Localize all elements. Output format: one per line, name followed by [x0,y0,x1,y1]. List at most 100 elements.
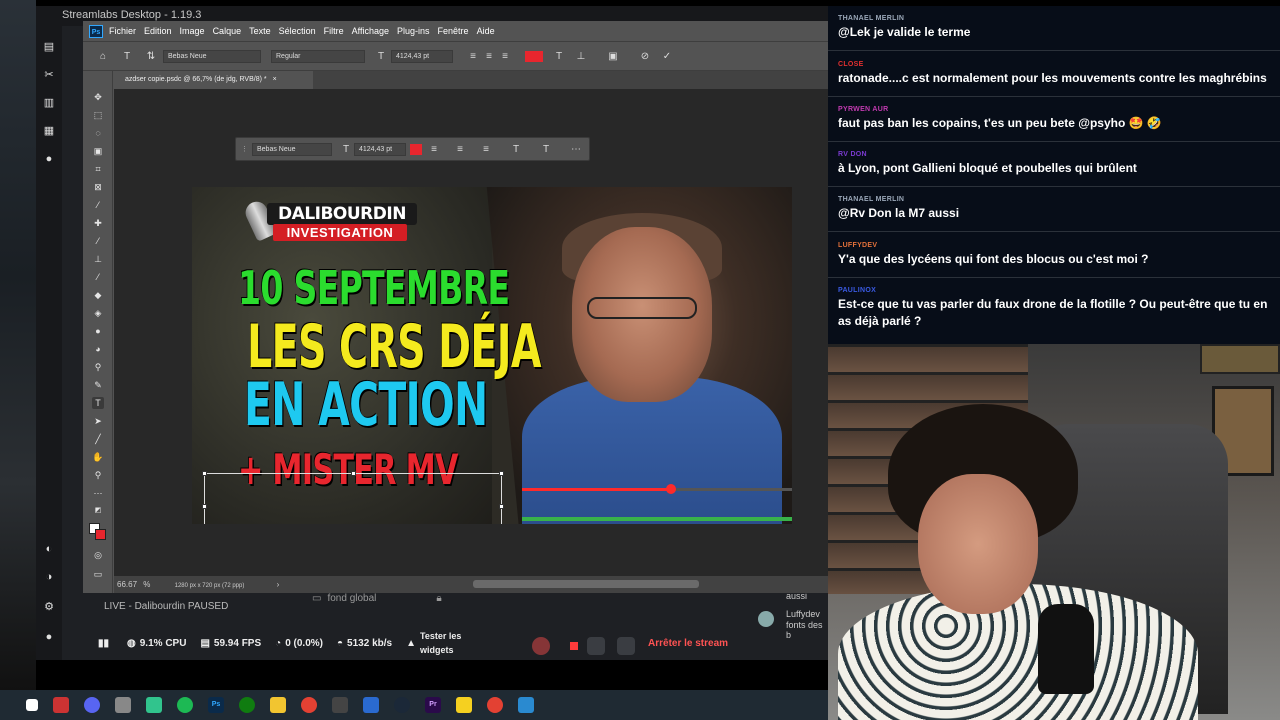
float-align-right-icon[interactable]: ≡ [478,144,494,155]
steam-icon[interactable] [394,697,410,713]
text-orientation-icon[interactable]: ⇅ [143,51,159,62]
discord-icon[interactable] [84,697,100,713]
menu-plugins[interactable]: Plug-ins [397,26,430,36]
xbox-icon[interactable] [239,697,255,713]
text-tool-icon[interactable]: T [119,51,135,62]
zoom-tool-icon[interactable]: ⚲ [92,469,104,481]
app-icon[interactable] [518,697,534,713]
app-icon[interactable] [115,697,131,713]
app-icon[interactable] [332,697,348,713]
resize-handle[interactable] [202,471,207,476]
themes-icon[interactable]: ▦ [42,124,56,138]
record-button[interactable] [532,637,550,655]
float-size-field[interactable]: 4124,43 pt [354,142,406,156]
streamlabs-icon[interactable] [146,697,162,713]
float-warp-icon[interactable]: T [508,144,524,155]
type-tool-icon[interactable]: T [92,397,104,409]
editor-icon[interactable]: ▤ [42,40,56,54]
path-select-icon[interactable]: ➤ [92,415,104,427]
source-item[interactable]: ▭ fond global 🔒︎ [312,593,442,604]
eyedropper-tool-icon[interactable]: ⁄ [92,199,104,211]
menu-texte[interactable]: Texte [249,26,271,36]
frame-tool-icon[interactable]: ⊠ [92,181,104,193]
menu-edition[interactable]: Edition [144,26,172,36]
background-color-swatch[interactable] [95,529,106,540]
healing-brush-icon[interactable]: ✚ [92,217,104,229]
menu-image[interactable]: Image [180,26,205,36]
object-select-tool-icon[interactable]: ▣ [92,145,104,157]
premiere-icon[interactable]: Pr [425,697,441,713]
font-style-select[interactable]: Regular [271,49,365,63]
font-family-select[interactable]: Bebas Neue [163,49,261,63]
dashboard-icon[interactable]: ◐ [42,542,56,556]
lasso-tool-icon[interactable]: ◌ [92,127,104,139]
status-arrow-icon[interactable]: › [277,580,280,589]
dodge-tool-icon[interactable]: ◕ [92,343,104,355]
zoom-level[interactable]: 66.67 [117,580,137,589]
menu-aide[interactable]: Aide [477,26,495,36]
character-panel-icon[interactable]: ⊥ [573,51,589,62]
crop-tool-icon[interactable]: ⌗ [92,163,104,175]
close-tab-icon[interactable]: × [273,76,277,83]
marquee-tool-icon[interactable]: ⬚ [92,109,104,121]
menu-calque[interactable]: Calque [213,26,242,36]
float-color-swatch[interactable] [410,143,422,155]
commit-check-icon[interactable]: ✓ [659,51,675,62]
brush-tool-icon[interactable]: ⁄ [92,235,104,247]
app-icon[interactable] [53,697,69,713]
menu-fenetre[interactable]: Fenêtre [438,26,469,36]
stop-stream-button[interactable]: Arrêter le stream [648,638,728,649]
line-tool-icon[interactable]: ╱ [92,433,104,445]
warp-text-icon[interactable]: T [551,51,567,62]
default-colors-icon[interactable]: ◩ [92,505,104,517]
resize-handle[interactable] [202,504,207,509]
sticky-notes-icon[interactable] [456,697,472,713]
test-widgets-button[interactable]: ▲ Tester les widgets [406,629,480,657]
cancel-icon[interactable]: ⊘ [637,51,653,62]
app-icon[interactable] [363,697,379,713]
text-color-swatch[interactable] [525,50,543,62]
spotify-icon[interactable] [177,697,193,713]
profile-icon[interactable]: ● [42,630,56,644]
zoom-burn-icon[interactable]: ⚲ [92,361,104,373]
float-align-left-icon[interactable]: ≡ [426,144,442,155]
hand-tool-icon[interactable]: ✋ [92,451,104,463]
float-more-icon[interactable]: ⋯ [568,144,584,155]
text-bounding-box[interactable] [202,471,504,524]
history-brush-icon[interactable]: ⁄ [92,271,104,283]
screen-mode-icon[interactable]: ▭ [92,568,104,580]
chrome-icon[interactable] [487,697,503,713]
menu-affichage[interactable]: Affichage [352,26,389,36]
menu-selection[interactable]: Sélection [279,26,316,36]
photoshop-icon[interactable]: Ps [208,697,224,713]
stamp-tool-icon[interactable]: ⊥ [92,253,104,265]
float-char-icon[interactable]: T [538,144,554,155]
thumbnail-canvas[interactable]: DALIBOURDIN INVESTIGATION 10 SEPTEMBRE L… [192,187,792,524]
resize-handle[interactable] [499,504,504,509]
font-size-field[interactable]: 4124,43 pt [391,49,453,63]
3d-icon[interactable]: ▣ [605,51,621,62]
align-left-icon[interactable]: ≡ [465,51,481,62]
task-view-icon[interactable] [26,699,38,711]
stop-record-icon[interactable] [565,637,583,655]
resize-handle[interactable] [499,471,504,476]
move-tool-icon[interactable]: ✥ [92,91,104,103]
home-icon[interactable]: ⌂ [95,51,111,62]
lock-icon[interactable]: 🔒︎ [436,593,441,604]
align-center-icon[interactable]: ≡ [481,51,497,62]
eraser-tool-icon[interactable]: ◆ [92,289,104,301]
studio-mode-icon[interactable]: ◑ [42,570,56,584]
replay-buffer-icon[interactable] [587,637,605,655]
settings-icon[interactable]: ⚙ [42,600,56,614]
chrome-icon[interactable] [301,697,317,713]
blur-tool-icon[interactable]: ● [92,325,104,337]
document-tab[interactable]: azdser copie.psdc @ 66,7% (de jdg, RVB/8… [113,71,313,89]
float-font-select[interactable]: Bebas Neue [252,142,332,156]
quick-mask-icon[interactable]: ◎ [92,549,104,561]
resize-handle[interactable] [351,471,356,476]
pen-tool-icon[interactable]: ✎ [92,379,104,391]
menu-fichier[interactable]: Fichier [109,26,136,36]
float-align-center-icon[interactable]: ≡ [452,144,468,155]
menu-filtre[interactable]: Filtre [324,26,344,36]
more-tools-icon[interactable]: ⋯ [92,487,104,499]
